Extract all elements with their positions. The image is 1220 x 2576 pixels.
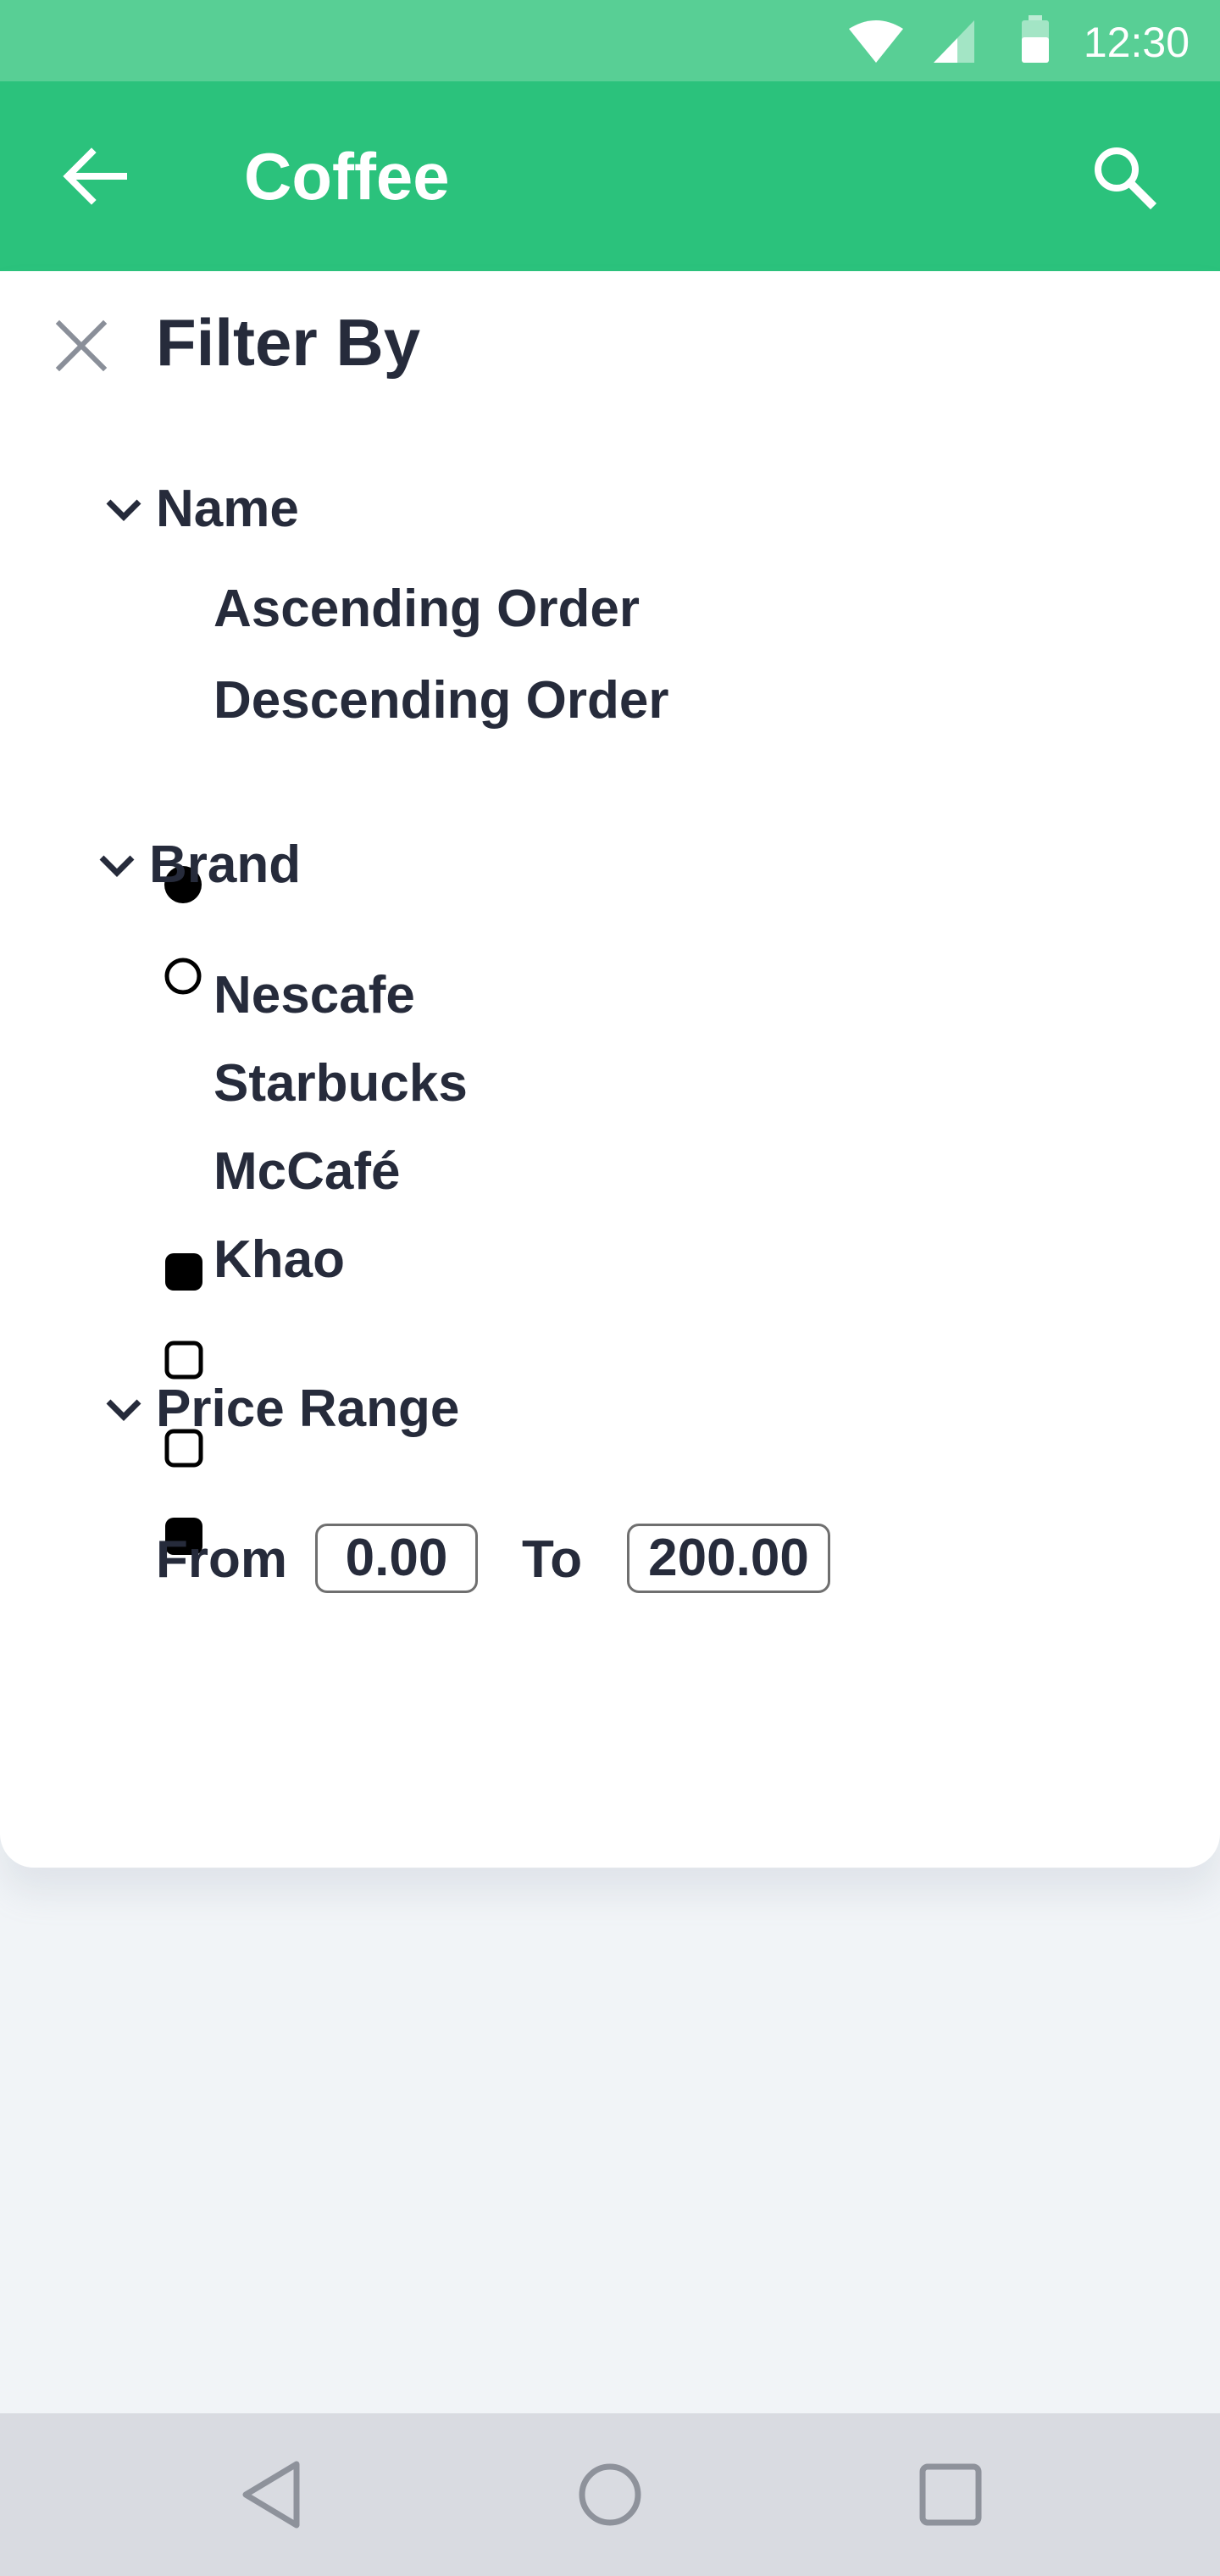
filter-sheet: Filter By Name Ascending Order Descendin… [0,271,1220,1868]
battery-icon [1022,15,1049,63]
option-ascending-order[interactable]: Ascending Order [214,578,640,641]
search-icon[interactable] [1090,142,1157,210]
back-triangle-icon[interactable] [237,2459,305,2530]
chevron-down-icon[interactable] [98,852,136,880]
app-bar: Coffee [0,81,1220,271]
option-khao[interactable]: Khao [214,1229,345,1291]
chevron-down-icon[interactable] [105,497,142,524]
home-circle-icon[interactable] [576,2461,644,2529]
page-title: Coffee [244,139,450,214]
filter-title: Filter By [156,305,421,380]
back-arrow-icon[interactable] [61,146,129,207]
status-bar: 12:30 [0,0,1220,81]
chevron-down-icon[interactable] [105,1396,142,1424]
close-icon[interactable] [54,319,108,373]
checkbox-nescafe[interactable] [164,1252,203,1291]
checkbox-starbucks[interactable] [164,1341,203,1380]
wifi-icon [849,20,903,63]
price-to-input[interactable]: 200.00 [627,1524,830,1593]
section-brand-header[interactable]: Brand [149,834,301,897]
clock: 12:30 [1083,19,1190,66]
signal-icon [934,20,974,63]
price-from-input[interactable]: 0.00 [315,1524,478,1593]
price-to-label: To [522,1530,583,1589]
section-name-header[interactable]: Name [156,478,299,541]
price-from-label: From [156,1530,287,1589]
option-descending-order[interactable]: Descending Order [214,669,668,732]
option-nescafe[interactable]: Nescafe [214,964,415,1027]
recents-square-icon[interactable] [918,2462,983,2527]
radio-descending[interactable] [163,956,203,997]
navigation-bar [0,2413,1220,2576]
option-mccafe[interactable]: McCafé [214,1141,401,1203]
option-starbucks[interactable]: Starbucks [214,1052,468,1115]
section-price-header[interactable]: Price Range [156,1378,459,1441]
